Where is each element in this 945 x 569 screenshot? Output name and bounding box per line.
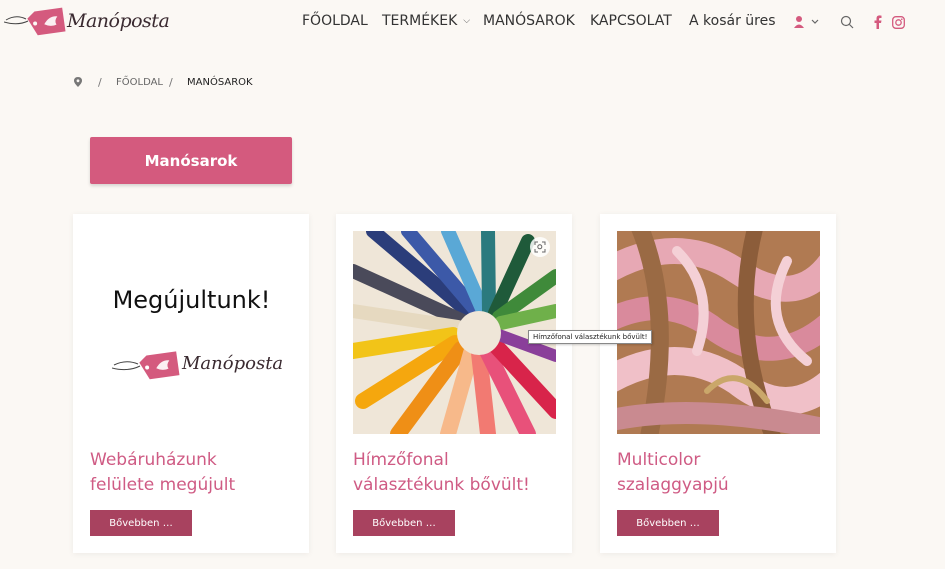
post-image[interactable]: Megújultunk! Manóposta [90,231,293,434]
nav-item-cart[interactable]: A kosár üres [689,13,776,29]
chevron-down-icon: ⌵ [463,16,471,26]
nav-item-termekek-label: TERMÉKEK [382,13,458,29]
embroidery-thread-photo [353,231,556,434]
search-button[interactable] [840,14,854,33]
breadcrumb-separator: / [169,76,173,89]
post-title-line: választékunk bővült! [353,475,530,495]
nav-item-termekek[interactable]: TERMÉKEK ⌵ [382,13,470,29]
read-more-button[interactable]: Bővebben … [353,510,455,536]
logo-tag-icon [112,351,180,380]
post-card: Megújultunk! Manóposta Webáruházunk felü… [73,214,309,553]
user-menu[interactable] [793,14,821,33]
nav-item-manosarok[interactable]: MANÓSAROK [483,13,575,29]
location-pin-icon [74,77,82,90]
site-header: Manóposta FŐOLDAL TERMÉKEK ⌵ MANÓSAROK KA… [0,0,945,44]
post-title-line: Webáruházunk [90,450,217,470]
read-more-button[interactable]: Bővebben … [90,510,192,536]
facebook-icon [874,15,882,29]
post-card: Multicolor szalaggyapjú Bővebben … [600,214,836,553]
instagram-link[interactable] [892,14,905,33]
post-image[interactable] [353,231,556,434]
nav-item-fooldal[interactable]: FŐOLDAL [302,13,368,29]
read-more-button[interactable]: Bővebben … [617,510,719,536]
breadcrumb-item-manosarok: MANÓSAROK [187,77,253,88]
nav-item-kapcsolat[interactable]: KAPCSOLAT [590,13,672,29]
post-title-line: Hímzőfonal [353,450,449,470]
post-title-line: szalaggyapjú [617,475,729,495]
post-title-line: Multicolor [617,450,701,470]
post-title[interactable]: Multicolor szalaggyapjú [617,448,827,498]
search-icon [840,15,854,29]
breadcrumb-item-fooldal[interactable]: FŐOLDAL [116,77,163,88]
post-title[interactable]: Hímzőfonal választékunk bővült! [353,448,563,498]
zoom-button[interactable] [530,237,550,257]
breadcrumb-separator: / [98,76,102,89]
facebook-link[interactable] [873,14,883,33]
instagram-icon [892,16,905,29]
post-title[interactable]: Webáruházunk felülete megújult [90,448,300,498]
post-card: Hímzőfonal választékunk bővült! Bővebben… [336,214,572,553]
image-logo-text: Manóposta [182,353,284,374]
user-icon [794,16,819,28]
image-heading: Megújultunk! [112,286,271,314]
page-title: Manósarok [90,137,292,184]
post-title-line: felülete megújult [90,475,236,495]
zoom-icon [534,241,546,253]
image-tooltip: Hímzőfonal választékunk bővült! [528,330,653,344]
